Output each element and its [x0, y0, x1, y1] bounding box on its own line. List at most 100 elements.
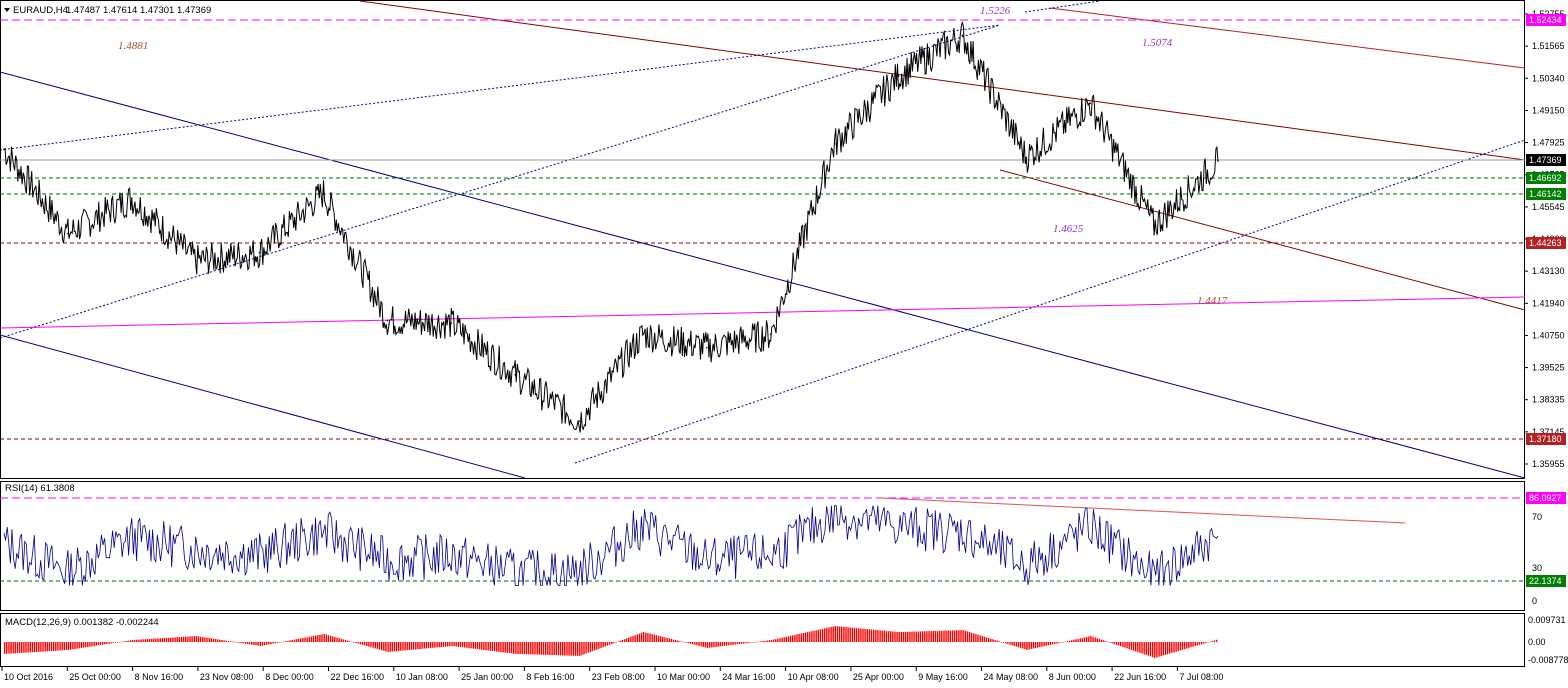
macd-bar [91, 642, 93, 647]
macd-bar [464, 642, 466, 648]
macd-bar [768, 640, 770, 642]
price-point [514, 374, 516, 376]
macd-bar [600, 642, 602, 648]
macd-bar [1058, 642, 1060, 643]
price-tag-label: 1.37180 [1529, 434, 1562, 444]
macd-bar [1137, 642, 1139, 653]
macd-bar [1100, 639, 1103, 642]
y-tick-label: 1.47925 [1532, 138, 1565, 148]
macd-bar [6, 642, 8, 654]
macd-bar [815, 630, 817, 642]
macd-bar [42, 642, 44, 652]
price-point [578, 420, 580, 422]
collapse-arrow-icon[interactable] [4, 8, 10, 12]
macd-bar [585, 642, 587, 654]
macd-bar [221, 640, 223, 642]
macd-bar [67, 642, 70, 650]
macd-bar [417, 642, 419, 650]
macd-bar [453, 642, 455, 647]
macd-bar [1164, 642, 1167, 655]
macd-bar [917, 631, 920, 642]
macd-bar [553, 642, 555, 656]
macd-bar [234, 642, 236, 643]
macd-bar [1022, 642, 1024, 649]
macd-bar [608, 642, 611, 645]
macd-bar [988, 638, 990, 642]
macd-bar [783, 637, 785, 642]
macd-bar [180, 637, 183, 642]
rsi-y-axis: 70 30 0 [1532, 512, 1542, 606]
macd-bar [202, 637, 204, 642]
macd-bar [617, 641, 619, 643]
macd-bar [760, 641, 762, 642]
macd-bar [523, 642, 526, 655]
macd-bar [538, 642, 540, 655]
macd-bar [1077, 638, 1079, 642]
macd-bar [1134, 642, 1137, 652]
macd-bar [182, 636, 185, 642]
macd-bar [826, 627, 828, 642]
macd-bar [883, 630, 885, 642]
price-point [450, 322, 453, 325]
macd-bar [402, 642, 404, 651]
macd-bar [461, 642, 464, 648]
macd-bar [223, 640, 225, 642]
price-annotations: 1.4881 1.5226 1.5074 1.4625 1.4417 [118, 5, 1228, 307]
macd-bar [321, 634, 323, 642]
macd-bar [78, 642, 80, 649]
macd-bar [1043, 642, 1045, 647]
macd-bar [97, 642, 100, 646]
macd-bar [412, 642, 415, 650]
macd-bar [393, 642, 396, 652]
macd-bar [1154, 642, 1156, 658]
macd-bar [758, 641, 760, 643]
blue-dotted-fan [0, 24, 1001, 339]
macd-bar [93, 642, 95, 646]
macd-bar [317, 635, 319, 642]
macd-bar [557, 642, 560, 656]
macd-bar [1207, 642, 1209, 643]
macd-bar [498, 642, 500, 652]
rsi-trendline [879, 497, 1406, 524]
macd-bar [127, 640, 129, 642]
macd-bar [562, 642, 564, 656]
macd-bar [153, 638, 155, 642]
macd-bar [415, 642, 417, 650]
blue-dotted-top [1024, 0, 1101, 13]
macd-bar [84, 642, 87, 648]
macd-bar [1094, 637, 1096, 642]
macd-bar [781, 637, 783, 642]
macd-bar [447, 642, 449, 647]
price-point [1217, 160, 1219, 162]
macd-bar [1015, 642, 1018, 647]
macd-bar [898, 632, 900, 642]
macd-bar [1186, 642, 1188, 649]
macd-bar [1088, 636, 1090, 642]
macd-bar [911, 631, 913, 642]
macd-bar [327, 635, 330, 642]
x-tick-label: 25 Oct 00:00 [69, 672, 121, 682]
macd-bar [866, 629, 868, 642]
macd-bar [23, 642, 25, 653]
macd-bar [875, 629, 877, 642]
macd-bar [519, 642, 521, 655]
macd-bar [304, 637, 306, 642]
macd-bar [1092, 636, 1094, 642]
macd-bar [319, 634, 321, 642]
macd-bar [342, 639, 344, 642]
macd-bar [65, 642, 68, 651]
macd-bar [1011, 642, 1013, 646]
macd-bar [1073, 639, 1075, 642]
x-tick-label: 23 Feb 08:00 [592, 672, 645, 682]
macd-bar [983, 636, 986, 642]
macd-bar [691, 642, 694, 645]
macd-bar [123, 641, 125, 642]
macd-bar [1128, 642, 1130, 650]
macd-bar [949, 630, 951, 642]
macd-bar [506, 642, 508, 653]
macd-bar [370, 642, 372, 648]
macd-bar [1071, 640, 1073, 642]
macd-bar [1107, 641, 1109, 643]
macd-bar [704, 642, 707, 648]
macd-bar [794, 634, 796, 642]
